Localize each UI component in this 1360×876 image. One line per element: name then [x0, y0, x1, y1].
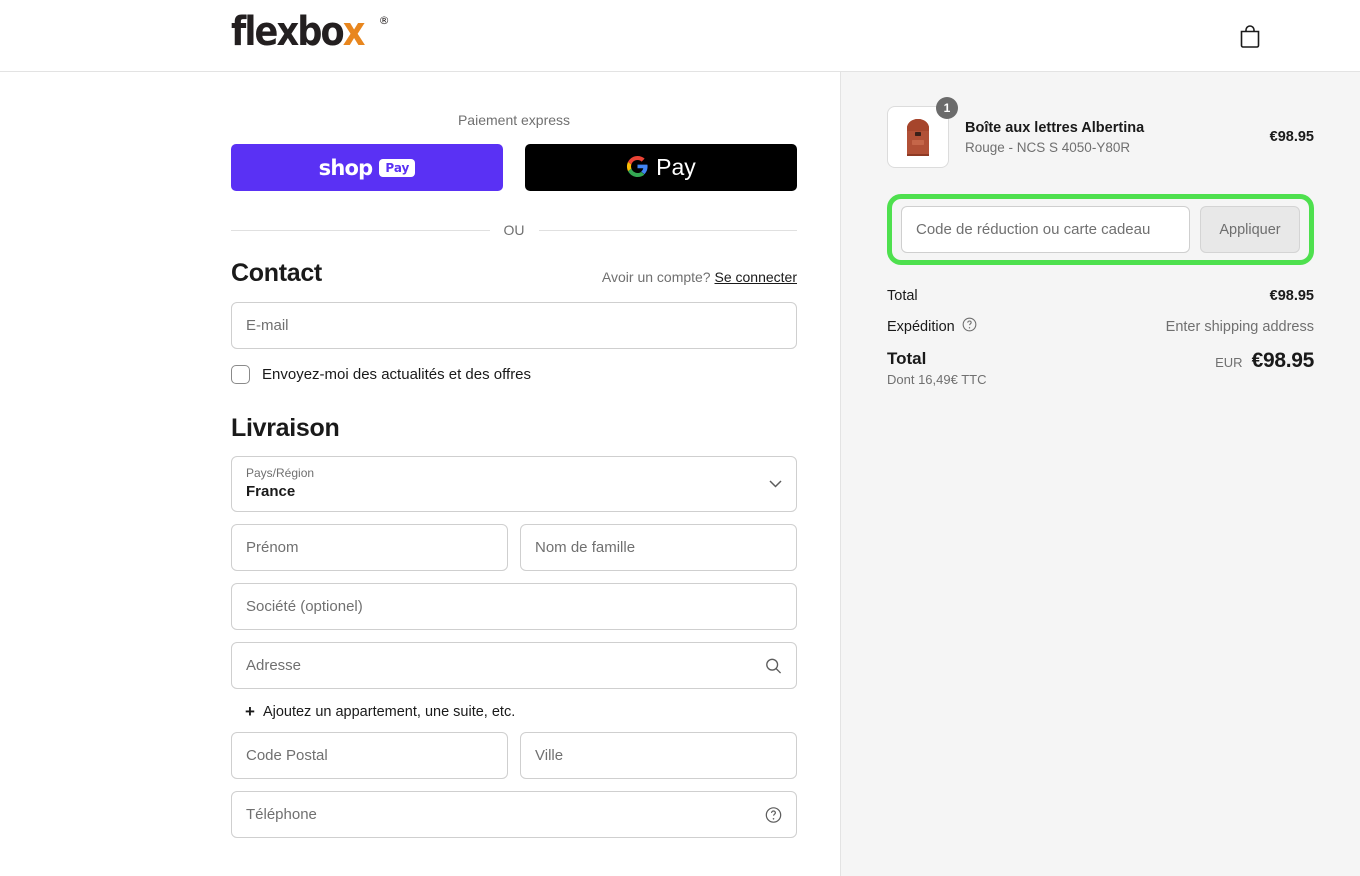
shop-pay-wordmark: shop: [318, 155, 374, 180]
chevron-down-icon[interactable]: [769, 480, 782, 488]
product-title: Boîte aux lettres Albertina: [965, 119, 1145, 136]
address-placeholder: Adresse: [246, 657, 302, 674]
subtotal-value: €98.95: [1269, 288, 1314, 304]
grand-total-label: Total: [887, 349, 927, 368]
login-link[interactable]: Se connecter: [715, 269, 798, 285]
name-fields-row: Prénom Nom de famille: [231, 524, 797, 571]
city-placeholder: Ville: [535, 747, 564, 764]
contact-title: Contact: [231, 259, 322, 287]
phone-placeholder: Téléphone: [246, 806, 317, 823]
divider-label: OU: [503, 222, 525, 238]
search-icon[interactable]: [765, 657, 782, 674]
address-field[interactable]: Adresse: [231, 642, 797, 689]
country-label: Pays/Région: [246, 466, 315, 481]
newsletter-checkbox-row[interactable]: Envoyez-moi des actualités et des offres: [231, 364, 797, 384]
last-name-field[interactable]: Nom de famille: [520, 524, 797, 571]
shipping-value: Enter shipping address: [1165, 318, 1314, 335]
account-prompt-text: Avoir un compte?: [601, 268, 711, 285]
quantity-badge: 1: [936, 97, 958, 119]
google-pay-button[interactable]: Pay: [525, 144, 797, 191]
help-circle-icon[interactable]: [765, 806, 782, 823]
or-divider: OU: [231, 222, 797, 238]
postal-city-row: Code Postal Ville: [231, 732, 797, 779]
shopping-bag-icon[interactable]: [1236, 22, 1264, 50]
grand-total-row: Total Dont 16,49€ TTC EUR €98.95: [887, 349, 1314, 387]
shipping-label: Expédition: [887, 318, 955, 335]
line-item-price: €98.95: [1269, 129, 1314, 145]
logo-registered-mark: ®: [378, 14, 390, 27]
grand-total-tax-note: Dont 16,49€ TTC: [887, 372, 987, 387]
add-apartment-button[interactable]: + Ajoutez un appartement, une suite, etc…: [245, 703, 797, 720]
company-field[interactable]: Société (optionel): [231, 583, 797, 630]
logo-text-part1: flexbo: [231, 9, 345, 55]
shipping-label-group: Expédition: [887, 317, 977, 336]
help-circle-icon[interactable]: [962, 317, 977, 336]
brand-logo[interactable]: flexbox ®: [231, 12, 390, 52]
shipping-row: Expédition Enter shipping address: [887, 317, 1314, 336]
email-placeholder: E-mail: [246, 316, 289, 334]
grand-total-right: EUR €98.95: [1215, 349, 1314, 373]
phone-field[interactable]: Téléphone: [231, 791, 797, 838]
company-placeholder: Société (optionel): [246, 598, 363, 615]
grand-total-left: Total Dont 16,49€ TTC: [887, 349, 986, 387]
postal-code-placeholder: Code Postal: [246, 747, 328, 764]
discount-section-highlight: Code de réduction ou carte cadeau Appliq…: [887, 194, 1314, 265]
divider-line-right: [538, 229, 797, 231]
order-summary-sidebar: 1 Boîte aux lettres Albertina Rouge - NC…: [840, 72, 1360, 876]
newsletter-label: Envoyez-moi des actualités et des offres: [262, 365, 532, 383]
product-thumbnail-wrapper: 1: [887, 97, 958, 168]
checkout-form-column: Paiement express shop Pay Pay OU Contact…: [0, 72, 840, 876]
last-name-placeholder: Nom de famille: [535, 539, 636, 556]
plus-icon: +: [245, 702, 255, 721]
delivery-title: Livraison: [231, 413, 340, 442]
express-payment-label: Paiement express: [457, 112, 571, 128]
first-name-field[interactable]: Prénom: [231, 524, 508, 571]
discount-code-placeholder: Code de réduction ou carte cadeau: [916, 221, 1151, 238]
apply-discount-button[interactable]: Appliquer: [1200, 206, 1300, 253]
divider-line-left: [231, 229, 490, 231]
express-payment-buttons: shop Pay Pay: [231, 144, 797, 191]
country-value: France: [246, 482, 296, 500]
first-name-placeholder: Prénom: [246, 539, 299, 556]
city-field[interactable]: Ville: [520, 732, 797, 779]
totals-block: Total €98.95 Expédition Enter shipping a…: [887, 288, 1314, 387]
google-pay-wordmark: Pay: [656, 154, 696, 180]
logo-text-x: x: [342, 9, 366, 55]
site-header: flexbox ®: [0, 0, 1360, 72]
contact-section-header: Contact Avoir un compte? Se connecter: [231, 259, 797, 288]
shop-pay-pill-label: Pay: [379, 158, 416, 177]
subtotal-label: Total: [887, 288, 918, 304]
newsletter-checkbox[interactable]: [231, 364, 250, 384]
shop-pay-button[interactable]: shop Pay: [231, 144, 503, 191]
grand-total-currency: EUR: [1215, 355, 1243, 370]
line-item-text: Boîte aux lettres Albertina Rouge - NCS …: [965, 119, 1254, 156]
country-select[interactable]: Pays/Région France: [231, 456, 797, 512]
product-variant: Rouge - NCS S 4050-Y80R: [965, 140, 1131, 156]
discount-row: Code de réduction ou carte cadeau Appliq…: [901, 206, 1300, 253]
google-g-icon: [626, 155, 649, 181]
account-prompt: Avoir un compte? Se connecter: [602, 269, 797, 288]
checkout-body: Paiement express shop Pay Pay OU Contact…: [0, 72, 1360, 876]
subtotal-row: Total €98.95: [887, 288, 1314, 304]
email-field[interactable]: E-mail: [231, 301, 797, 349]
add-apartment-label: Ajoutez un appartement, une suite, etc.: [262, 703, 516, 720]
discount-code-input[interactable]: Code de réduction ou carte cadeau: [901, 206, 1190, 253]
grand-total-amount: €98.95: [1251, 349, 1315, 372]
postal-code-field[interactable]: Code Postal: [231, 732, 508, 779]
cart-line-item: 1 Boîte aux lettres Albertina Rouge - NC…: [887, 97, 1314, 168]
logo-wordmark: flexbox: [231, 9, 366, 55]
